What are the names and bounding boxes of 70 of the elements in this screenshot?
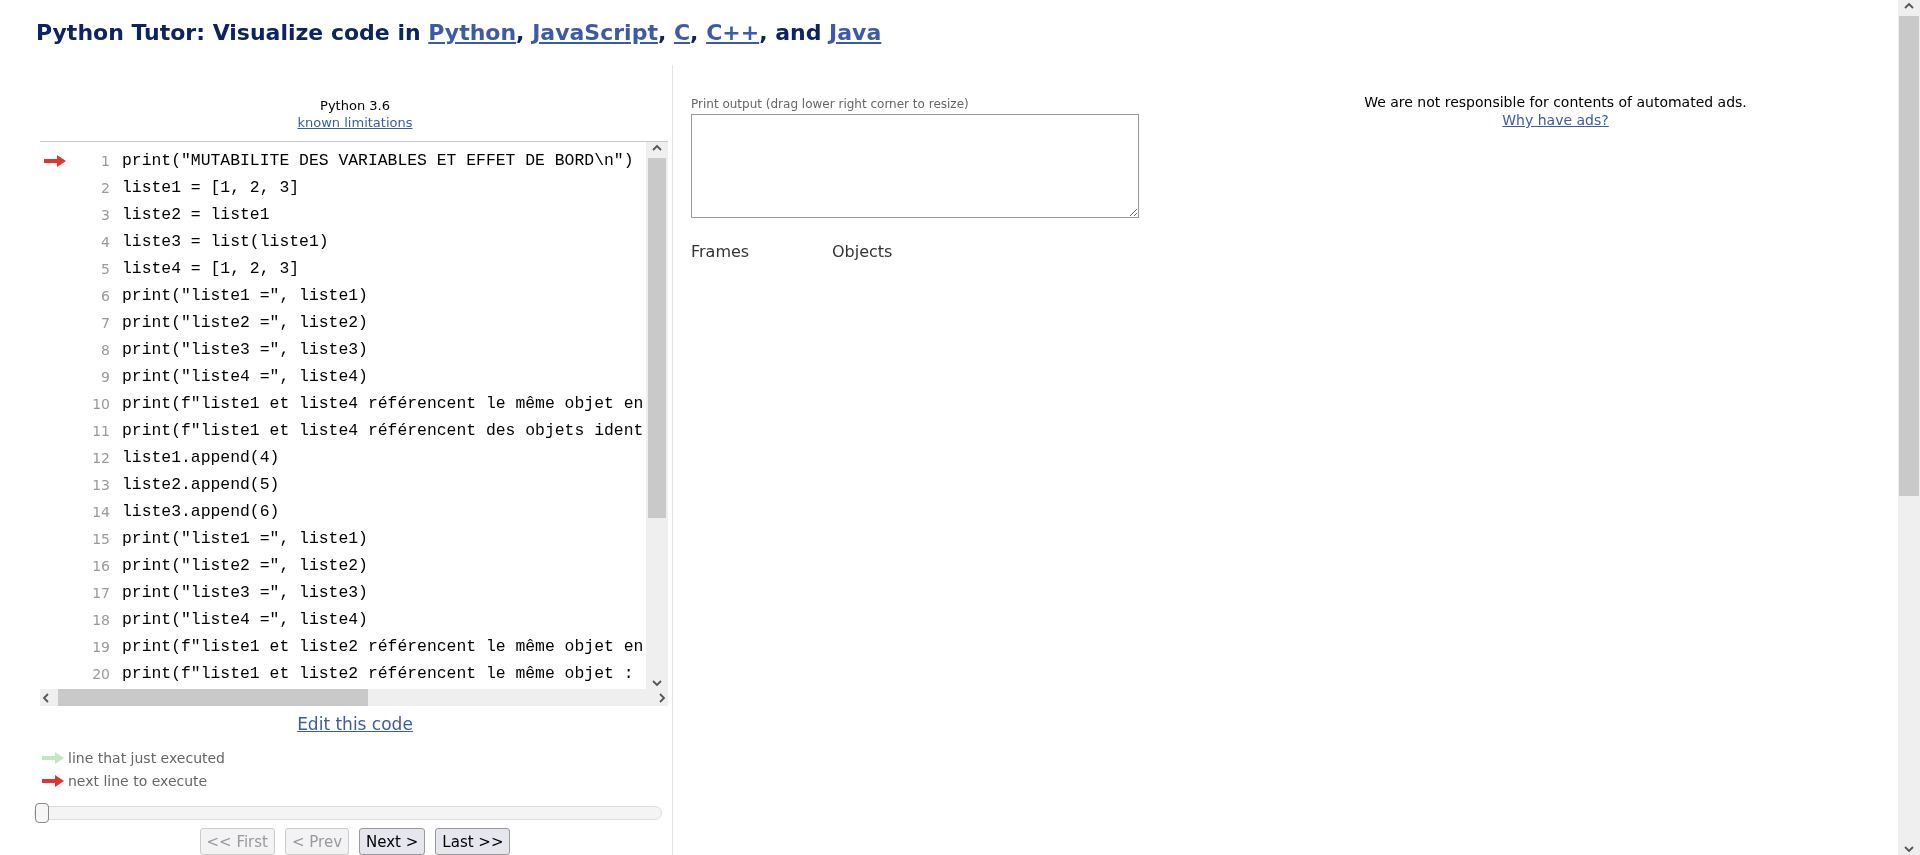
legend-label: line that just executed xyxy=(68,749,225,766)
language-link[interactable]: C xyxy=(673,20,691,45)
page-title: Python Tutor: Visualize code in Python, JavaScript, C, C++, and Java xyxy=(36,20,883,45)
line-number: 5 xyxy=(100,260,110,277)
legend-label: next line to execute xyxy=(68,772,208,789)
slider-handle[interactable] xyxy=(35,803,49,823)
line-number: 16 xyxy=(91,557,110,574)
scroll-right-icon[interactable] xyxy=(656,691,668,704)
code-line: print("liste2 =", liste2) xyxy=(122,556,368,575)
code-line: print("liste1 =", liste1) xyxy=(122,286,368,305)
code-line: print(f"liste1 et liste4 référencent des objets ident xyxy=(122,421,644,440)
edit-code-link[interactable]: Edit this code xyxy=(297,714,413,734)
line-number: 14 xyxy=(91,503,110,520)
line-number: 3 xyxy=(100,206,110,223)
scroll-left-icon[interactable] xyxy=(40,691,52,704)
line-number: 7 xyxy=(100,314,110,331)
line-number: 1 xyxy=(100,152,110,169)
code-line: liste3.append(6) xyxy=(122,502,280,521)
step-slider[interactable] xyxy=(34,806,662,820)
line-number: 6 xyxy=(100,287,110,304)
code-line: print("liste1 =", liste1) xyxy=(122,529,368,548)
objects-heading: Objects xyxy=(832,242,893,261)
code-line: print(f"liste1 et liste2 référencent le même objet en xyxy=(122,637,644,656)
line-number: 15 xyxy=(91,530,110,547)
known-limitations-link[interactable]: known limitations xyxy=(297,114,413,131)
line-number: 12 xyxy=(91,449,110,466)
frames-heading: Frames xyxy=(691,242,751,261)
why-ads-link[interactable]: Why have ads? xyxy=(1502,112,1609,128)
line-number: 11 xyxy=(91,422,110,439)
code-line: print("liste4 =", liste4) xyxy=(122,610,368,629)
line-number: 9 xyxy=(100,368,110,385)
code-line: liste1.append(4) xyxy=(122,448,280,467)
step-button[interactable]: Next > xyxy=(359,828,426,855)
next-line-arrow-icon xyxy=(42,774,64,787)
line-number: 19 xyxy=(91,638,110,655)
language-link[interactable]: JavaScript xyxy=(532,20,658,45)
line-number: 4 xyxy=(100,233,110,250)
code-line: liste1 = [1, 2, 3] xyxy=(122,178,300,197)
print-output-field[interactable] xyxy=(691,114,1139,218)
line-number: 2 xyxy=(100,179,110,196)
vertical-scrollbar[interactable] xyxy=(646,142,668,689)
line-number: 18 xyxy=(91,611,110,628)
code-line: liste3 = list(liste1) xyxy=(122,232,329,251)
line-number: 10 xyxy=(91,395,110,412)
line-number: 8 xyxy=(100,341,110,358)
code-line: print("liste2 =", liste2) xyxy=(122,313,368,332)
scroll-down-icon[interactable] xyxy=(651,677,663,689)
horizontal-scrollbar[interactable] xyxy=(40,689,668,706)
code-line: print("liste4 =", liste4) xyxy=(122,367,368,386)
code-line: liste2.append(5) xyxy=(122,475,280,494)
step-button[interactable]: Last >> xyxy=(435,828,511,855)
code-line: print(f"liste1 et liste4 référencent le même objet en xyxy=(122,394,644,413)
language-link[interactable]: Python xyxy=(428,20,517,45)
page-scrollbar[interactable] xyxy=(1898,0,1920,855)
executed-line-arrow-icon xyxy=(42,751,64,764)
language-link[interactable]: C++ xyxy=(706,20,760,45)
language-label: Python 3.6 xyxy=(320,97,390,114)
ad-notice: We are not responsible for contents of automated ads. Why have ads? xyxy=(1363,93,1748,129)
code-line: print("liste3 =", liste3) xyxy=(122,340,368,359)
code-line: liste2 = liste1 xyxy=(122,205,270,224)
line-number: 20 xyxy=(91,665,110,682)
print-output-label: Print output (drag lower right corner to resize) xyxy=(691,97,970,111)
code-line: print(f"liste1 et liste2 référencent le même objet : xyxy=(122,664,634,683)
code-line: print("liste3 =", liste3) xyxy=(122,583,368,602)
code-line: liste4 = [1, 2, 3] xyxy=(122,259,300,278)
line-number: 13 xyxy=(91,476,110,493)
language-link[interactable]: Java xyxy=(829,20,882,45)
scroll-down-icon[interactable] xyxy=(1903,843,1915,855)
line-number: 17 xyxy=(91,584,110,601)
code-line: print("MUTABILITE DES VARIABLES ET EFFET DE BORD\n") xyxy=(122,151,634,170)
